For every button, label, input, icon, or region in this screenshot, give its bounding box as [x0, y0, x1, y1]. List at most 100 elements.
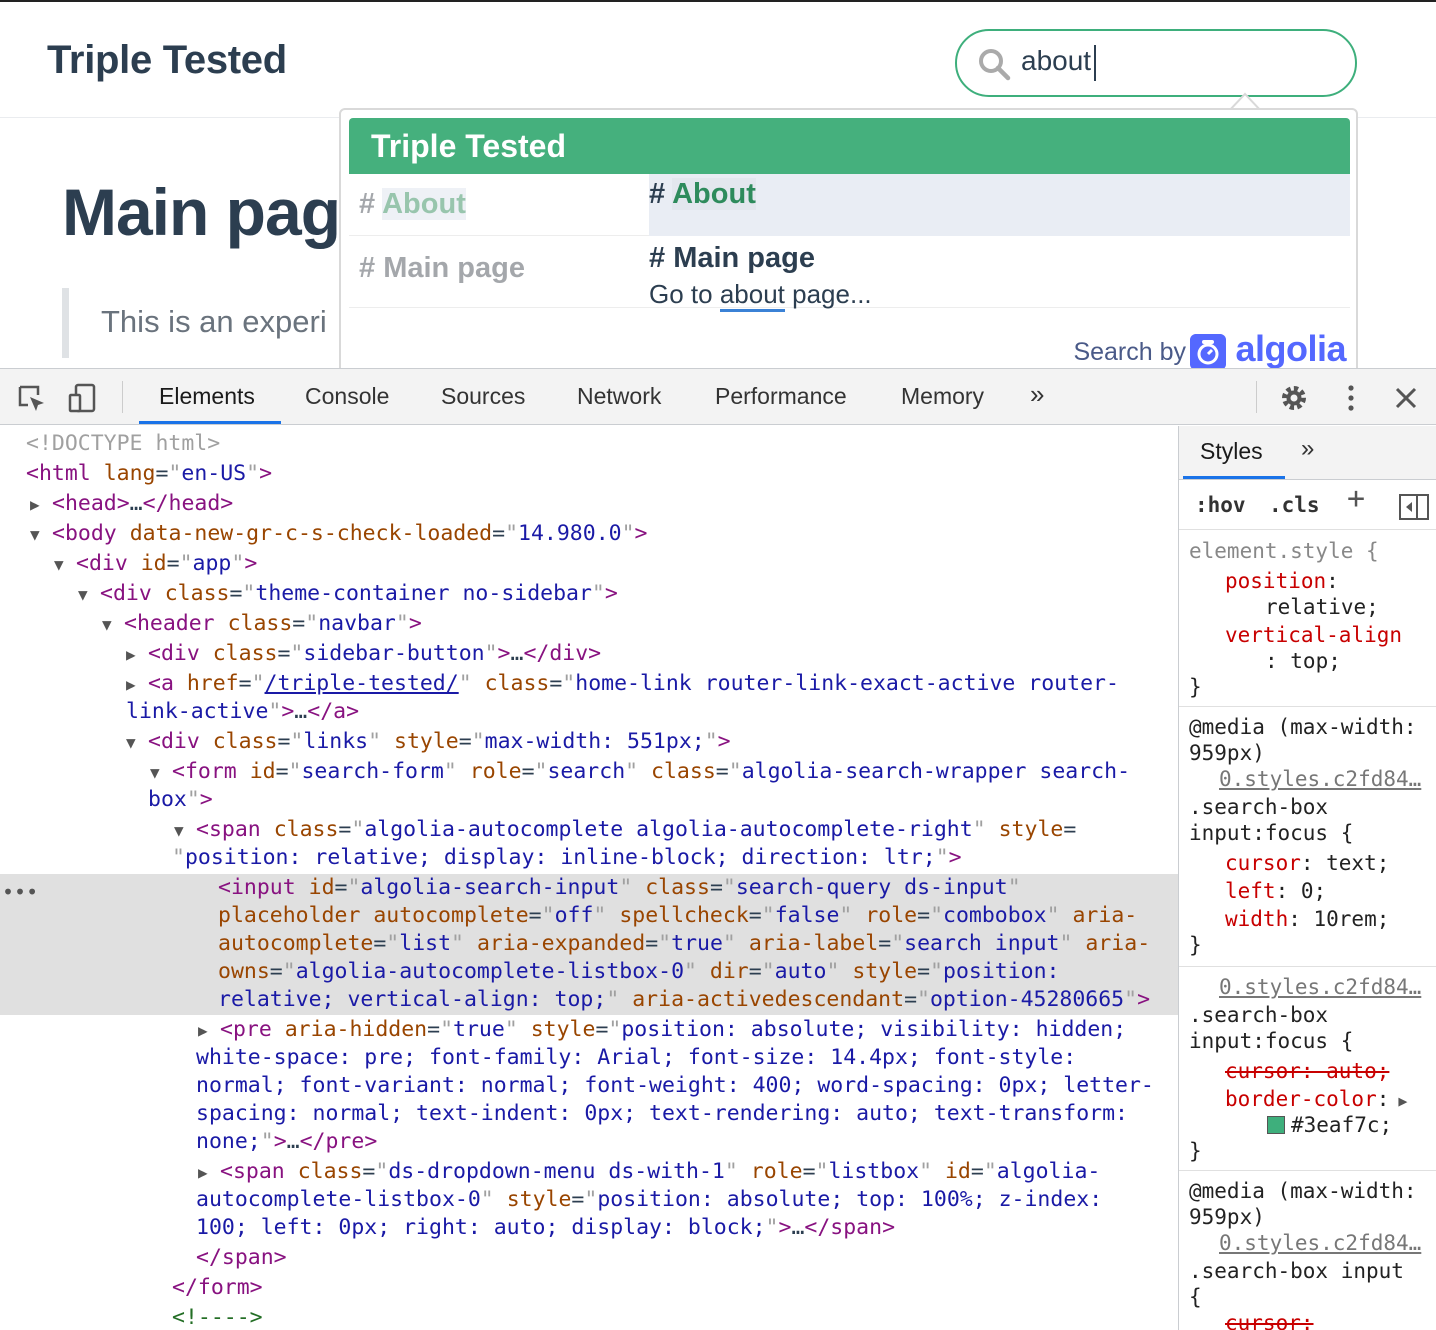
dom-line: autocomplete-listbox-0" style="position:…	[196, 1187, 1103, 1212]
device-toolbar-icon[interactable]	[68, 383, 98, 413]
cls-button[interactable]: .cls	[1269, 492, 1320, 518]
dom-line: normal; font-variant: normal; font-weigh…	[196, 1073, 1154, 1098]
dom-line: placeholder autocomplete="off" spellchec…	[218, 903, 1138, 928]
dropdown-header: Triple Tested	[349, 118, 1350, 174]
dom-node-html[interactable]: <html lang="en-US">	[26, 460, 272, 488]
dom-node-app[interactable]: ▼ <div id="app">	[54, 550, 257, 579]
dom-line: white-space: pre; font-family: Arial; fo…	[196, 1045, 1077, 1070]
style-value[interactable]: : top;	[1265, 648, 1341, 674]
rule-close: }	[1189, 1139, 1202, 1163]
search-result[interactable]: # About # About	[349, 174, 1350, 236]
result-content[interactable]: # Main page Go to about page...	[649, 242, 1350, 312]
dom-node-body[interactable]: ▼ <body data-new-gr-c-s-check-loaded="14.…	[30, 520, 648, 549]
tab-sources[interactable]: Sources	[441, 383, 525, 410]
tab-styles[interactable]: Styles	[1200, 438, 1263, 464]
media-query: @media (max-width:	[1189, 715, 1417, 739]
inspect-icon[interactable]	[16, 383, 46, 413]
more-panes-icon[interactable]: »	[1301, 436, 1314, 462]
rule-close: }	[1189, 933, 1202, 957]
toggle-sidebar-icon[interactable]	[1399, 494, 1429, 520]
devtools-panel: Elements Console Sources Network Perform…	[0, 368, 1436, 1330]
new-rule-button[interactable]: +	[1347, 484, 1365, 514]
dom-node-links[interactable]: ▼ <div class="links" style="max-width: 55…	[126, 728, 731, 757]
result-category: # Main page	[359, 252, 525, 284]
tab-memory[interactable]: Memory	[901, 383, 984, 410]
tab-console[interactable]: Console	[305, 383, 389, 410]
style-value[interactable]: relative;	[1265, 594, 1379, 620]
search-input[interactable]: about	[1021, 45, 1321, 77]
close-icon[interactable]	[1391, 383, 1421, 413]
kebab-menu-icon[interactable]	[1336, 383, 1366, 413]
style-prop[interactable]: cursor: text;	[1225, 850, 1389, 876]
style-prop[interactable]: vertical-align	[1225, 622, 1402, 648]
tab-performance[interactable]: Performance	[715, 383, 847, 410]
dom-node-comment[interactable]: <!---->	[172, 1304, 263, 1330]
style-prop[interactable]: width: 10rem;	[1225, 906, 1389, 932]
node-actions-ellipsis[interactable]: •••	[2, 878, 38, 906]
dom-node-theme-container[interactable]: ▼ <div class="theme-container no-sidebar"…	[78, 580, 618, 609]
style-source-link[interactable]: 0.styles.c2fd84…	[1219, 766, 1421, 792]
active-tab-indicator	[1183, 476, 1285, 479]
dropdown-header-title: Triple Tested	[371, 128, 567, 164]
media-query: @media (max-width:	[1189, 1179, 1417, 1203]
rule-selector: .search-box	[1189, 795, 1329, 819]
style-prop-overridden[interactable]: cursor:	[1225, 1310, 1314, 1330]
media-query: 959px)	[1189, 1205, 1265, 1229]
dom-node-search-form-cont: box">	[148, 787, 213, 812]
toolbar-divider	[122, 381, 123, 413]
styles-filter-bar: :hov .cls +	[1179, 480, 1436, 530]
blockquote-text: This is an experi	[101, 304, 327, 339]
dom-node-form-close[interactable]: </form>	[172, 1274, 263, 1302]
result-content[interactable]: # About	[649, 174, 1350, 236]
result-title: # Main page	[649, 242, 815, 274]
search-icon	[979, 49, 1011, 81]
tab-elements[interactable]: Elements	[159, 383, 255, 410]
style-value[interactable]: #3eaf7c;	[1291, 1112, 1392, 1138]
rule-open: {	[1189, 1285, 1202, 1309]
dom-line: relative; vertical-align: top;" aria-act…	[218, 987, 1151, 1012]
dom-node-home-link[interactable]: ▶ <a href="/triple-tested/" class="home-l…	[126, 670, 1119, 699]
search-result[interactable]: # Main page # Main page Go to about page…	[349, 238, 1350, 312]
navbar: Triple Tested about	[0, 2, 1436, 118]
result-title: # About	[649, 178, 756, 210]
gear-icon[interactable]	[1279, 383, 1309, 413]
media-query: 959px)	[1189, 741, 1265, 765]
styles-tabbar: Styles »	[1179, 426, 1436, 480]
site-title[interactable]: Triple Tested	[47, 38, 287, 83]
dom-node-autocomplete-span[interactable]: ▼ <span class="algolia-autocomplete algol…	[174, 816, 1076, 845]
dom-line: owns="algolia-autocomplete-listbox-0" di…	[218, 959, 1060, 984]
search-box[interactable]: about	[955, 29, 1357, 97]
styles-panel[interactable]: Styles » :hov .cls + element.style { pos…	[1178, 426, 1436, 1330]
result-category: # About	[359, 188, 466, 220]
text-caret	[1094, 45, 1096, 81]
rule-selector: input:focus {	[1189, 821, 1354, 845]
dom-node-head[interactable]: ▶ <head>…</head>	[30, 490, 233, 519]
style-source-link[interactable]: 0.styles.c2fd84…	[1219, 974, 1421, 1000]
more-tabs-icon[interactable]: »	[1030, 379, 1044, 410]
algolia-icon	[1190, 334, 1226, 370]
rule-divider	[1179, 966, 1436, 967]
dom-node-sidebar-button[interactable]: ▶ <div class="sidebar-button">…</div>	[126, 640, 601, 669]
dom-node-dropdown-span[interactable]: ▶ <span class="ds-dropdown-menu ds-with-1…	[198, 1158, 1100, 1187]
dom-line: 100; left: 0px; right: auto; display: bl…	[196, 1215, 896, 1240]
dom-node-search-form[interactable]: ▼ <form id="search-form" role="search" cl…	[150, 758, 1130, 787]
style-source-link[interactable]: 0.styles.c2fd84…	[1219, 1230, 1421, 1256]
doctype-line[interactable]: <!DOCTYPE html>	[26, 430, 220, 458]
rule-close: }	[1189, 675, 1202, 699]
dom-tree[interactable]: ••• <!DOCTYPE html> <html lang="en-US"> …	[0, 426, 1178, 1330]
style-prop[interactable]: position:	[1225, 568, 1339, 594]
dom-node-span-close[interactable]: </span>	[196, 1244, 287, 1272]
dom-node-search-input[interactable]: <input id="algolia-search-input" class="…	[218, 874, 1021, 902]
rule-selector: input:focus {	[1189, 1029, 1354, 1053]
dom-line: none;">…</pre>	[196, 1129, 378, 1154]
color-swatch[interactable]	[1267, 1116, 1285, 1134]
dom-node-pre[interactable]: ▶ <pre aria-hidden="true" style="position…	[198, 1016, 1126, 1045]
style-prop-overridden[interactable]: cursor: auto;	[1225, 1058, 1389, 1084]
toolbar-divider	[1256, 381, 1257, 413]
style-prop[interactable]: border-color: ▶	[1225, 1086, 1407, 1114]
style-prop[interactable]: left: 0;	[1225, 878, 1326, 904]
dom-node-header[interactable]: ▼ <header class="navbar">	[102, 610, 422, 639]
dom-node-autocomplete-span-cont: "position: relative; display: inline-blo…	[172, 845, 962, 870]
tab-network[interactable]: Network	[577, 383, 661, 410]
hov-button[interactable]: :hov	[1195, 492, 1246, 518]
